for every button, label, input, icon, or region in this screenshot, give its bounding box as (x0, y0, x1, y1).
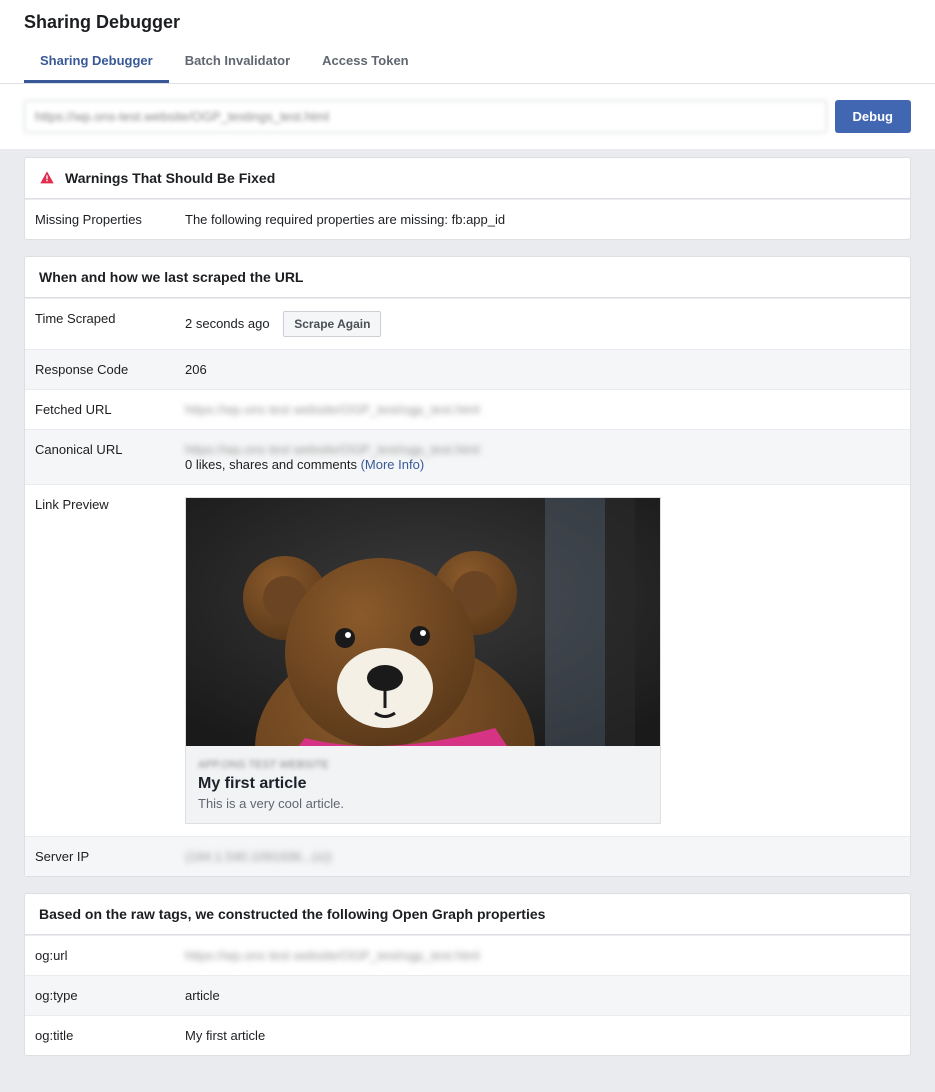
url-bar: Debug (0, 84, 935, 149)
more-info-link[interactable]: (More Info) (361, 457, 425, 472)
scraped-title: When and how we last scraped the URL (25, 257, 910, 298)
preview-description: This is a very cool article. (198, 796, 648, 811)
url-input[interactable] (24, 100, 827, 133)
og-title-label: og:title (25, 1016, 175, 1055)
time-scraped-label: Time Scraped (25, 299, 175, 349)
link-preview-card[interactable]: APP.ONS TEST WEBSITE My first article Th… (185, 497, 661, 824)
response-code-value: 206 (175, 350, 910, 389)
canonical-url-label: Canonical URL (25, 430, 175, 484)
og-title-value: My first article (175, 1016, 910, 1055)
og-panel: Based on the raw tags, we constructed th… (24, 893, 911, 1056)
response-code-label: Response Code (25, 350, 175, 389)
link-preview-value: APP.ONS TEST WEBSITE My first article Th… (175, 485, 910, 836)
time-scraped-text: 2 seconds ago (185, 316, 270, 331)
time-scraped-value: 2 seconds ago Scrape Again (175, 299, 910, 349)
preview-domain: APP.ONS TEST WEBSITE (198, 759, 329, 771)
server-ip-label: Server IP (25, 837, 175, 876)
canonical-url-value: https://wp.ons test website/OGP_test/ogp… (175, 430, 910, 484)
og-title: Based on the raw tags, we constructed th… (25, 894, 910, 935)
og-type-value: article (175, 976, 910, 1015)
scrape-again-button[interactable]: Scrape Again (283, 311, 381, 337)
tabs-bar: Sharing Debugger Batch Invalidator Acces… (0, 41, 935, 84)
warnings-header: Warnings That Should Be Fixed (25, 158, 910, 199)
tab-sharing-debugger[interactable]: Sharing Debugger (24, 41, 169, 83)
warning-icon (39, 170, 55, 186)
tab-batch-invalidator[interactable]: Batch Invalidator (169, 41, 306, 83)
og-type-label: og:type (25, 976, 175, 1015)
canonical-url-text: https://wp.ons test website/OGP_test/ogp… (185, 442, 900, 457)
fetched-url-label: Fetched URL (25, 390, 175, 429)
fetched-url-value: https://wp.ons test website/OGP_test/ogp… (175, 390, 910, 429)
canonical-stats: 0 likes, shares and comments (185, 457, 357, 472)
warnings-panel: Warnings That Should Be Fixed Missing Pr… (24, 157, 911, 240)
link-preview-label: Link Preview (25, 485, 175, 836)
server-ip-value: (194.1.540.1091936...(x)) (175, 837, 910, 876)
warnings-title: Warnings That Should Be Fixed (65, 170, 275, 186)
preview-title: My first article (198, 775, 648, 793)
warning-row-value: The following required properties are mi… (175, 200, 910, 239)
page-title: Sharing Debugger (0, 0, 935, 41)
preview-image (186, 498, 660, 746)
debug-button[interactable]: Debug (835, 100, 911, 133)
tab-access-token[interactable]: Access Token (306, 41, 424, 83)
scraped-panel: When and how we last scraped the URL Tim… (24, 256, 911, 877)
warning-row-label: Missing Properties (25, 200, 175, 239)
